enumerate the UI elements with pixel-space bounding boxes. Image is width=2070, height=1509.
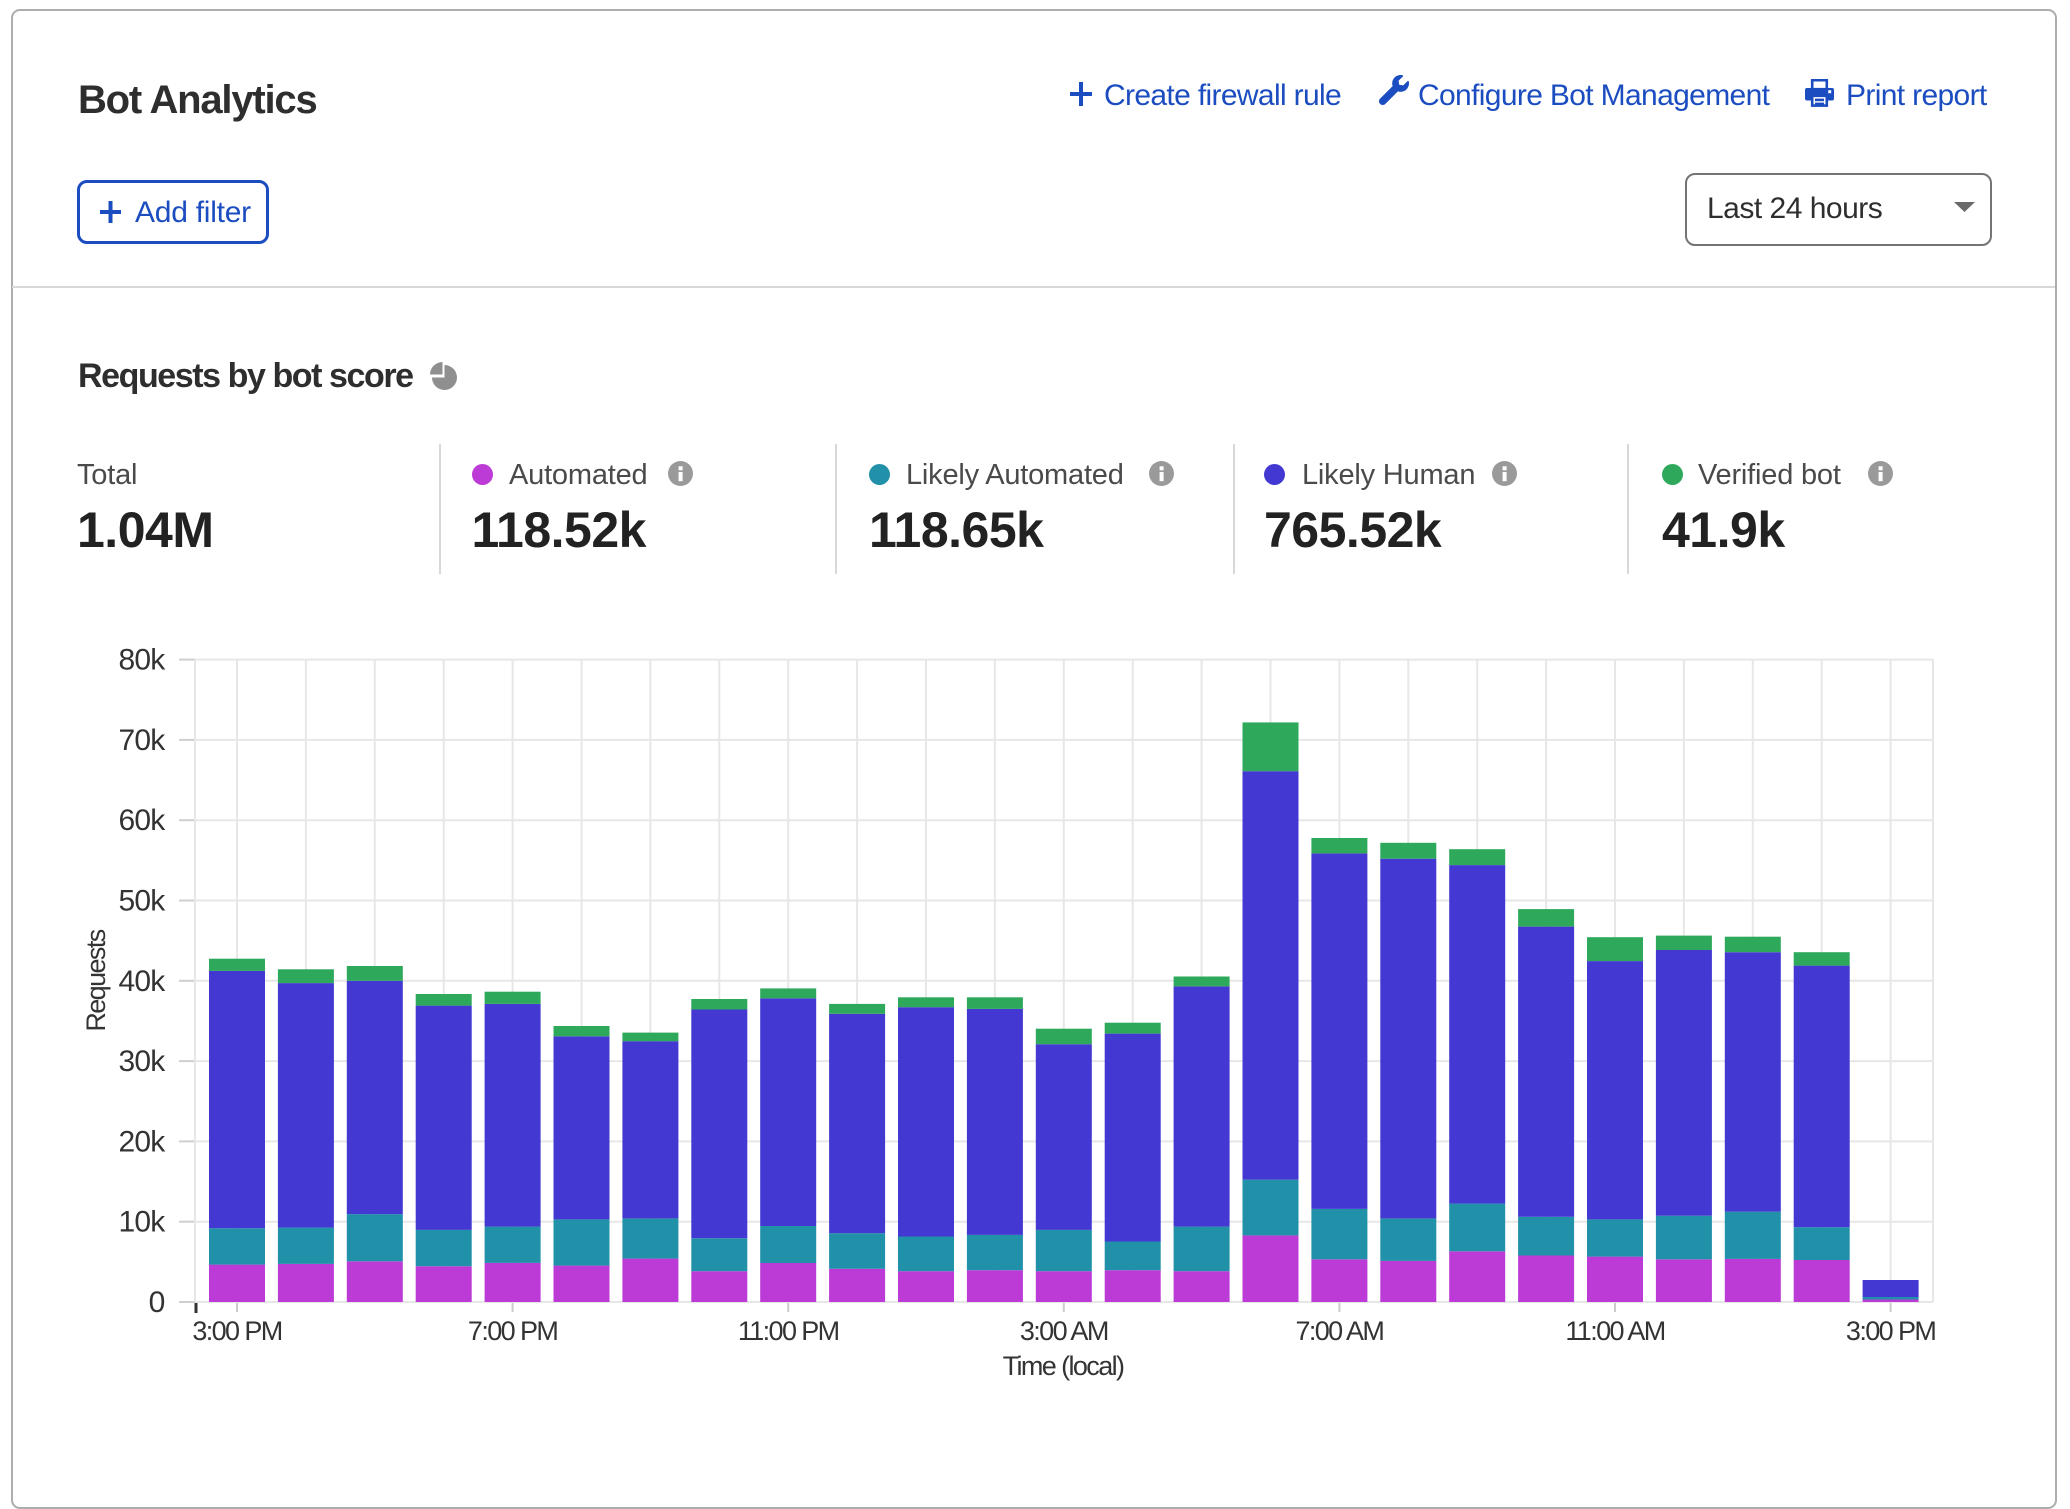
svg-text:11:00 AM: 11:00 AM [1565,1316,1664,1346]
svg-text:7:00 AM: 7:00 AM [1295,1316,1383,1346]
svg-text:30k: 30k [119,1045,167,1078]
svg-text:20k: 20k [119,1125,167,1158]
svg-text:80k: 80k [119,644,167,677]
svg-text:Requests: Requests [81,929,111,1031]
svg-text:Time (local): Time (local) [1003,1351,1124,1381]
svg-text:70k: 70k [119,724,167,757]
svg-text:11:00 PM: 11:00 PM [738,1316,839,1346]
svg-text:0: 0 [149,1286,165,1319]
svg-text:3:00 PM: 3:00 PM [192,1316,281,1346]
svg-text:50k: 50k [119,885,167,918]
svg-text:40k: 40k [119,965,167,998]
svg-text:7:00 PM: 7:00 PM [468,1316,557,1346]
svg-text:3:00 PM: 3:00 PM [1846,1316,1935,1346]
svg-text:60k: 60k [119,804,167,837]
svg-text:10k: 10k [119,1206,167,1239]
svg-text:3:00 AM: 3:00 AM [1020,1316,1108,1346]
